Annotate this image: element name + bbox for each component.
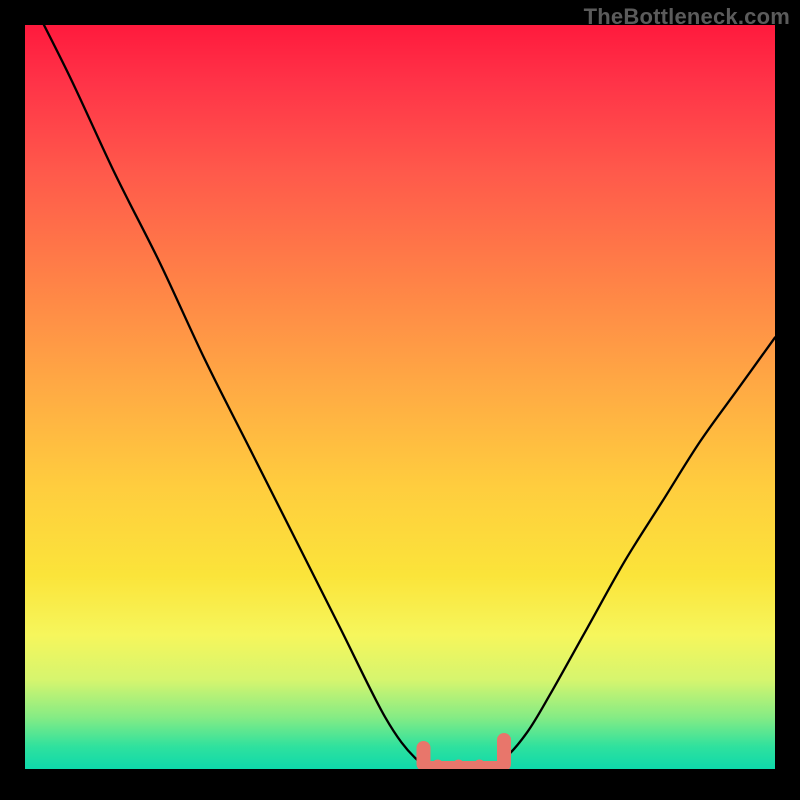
chart-frame: TheBottleneck.com: [0, 0, 800, 800]
valley-marker: [417, 733, 512, 769]
curve-layer: [25, 25, 775, 769]
watermark-text: TheBottleneck.com: [584, 4, 790, 30]
plot-area: [25, 25, 775, 769]
bottleneck-curve: [25, 25, 775, 769]
